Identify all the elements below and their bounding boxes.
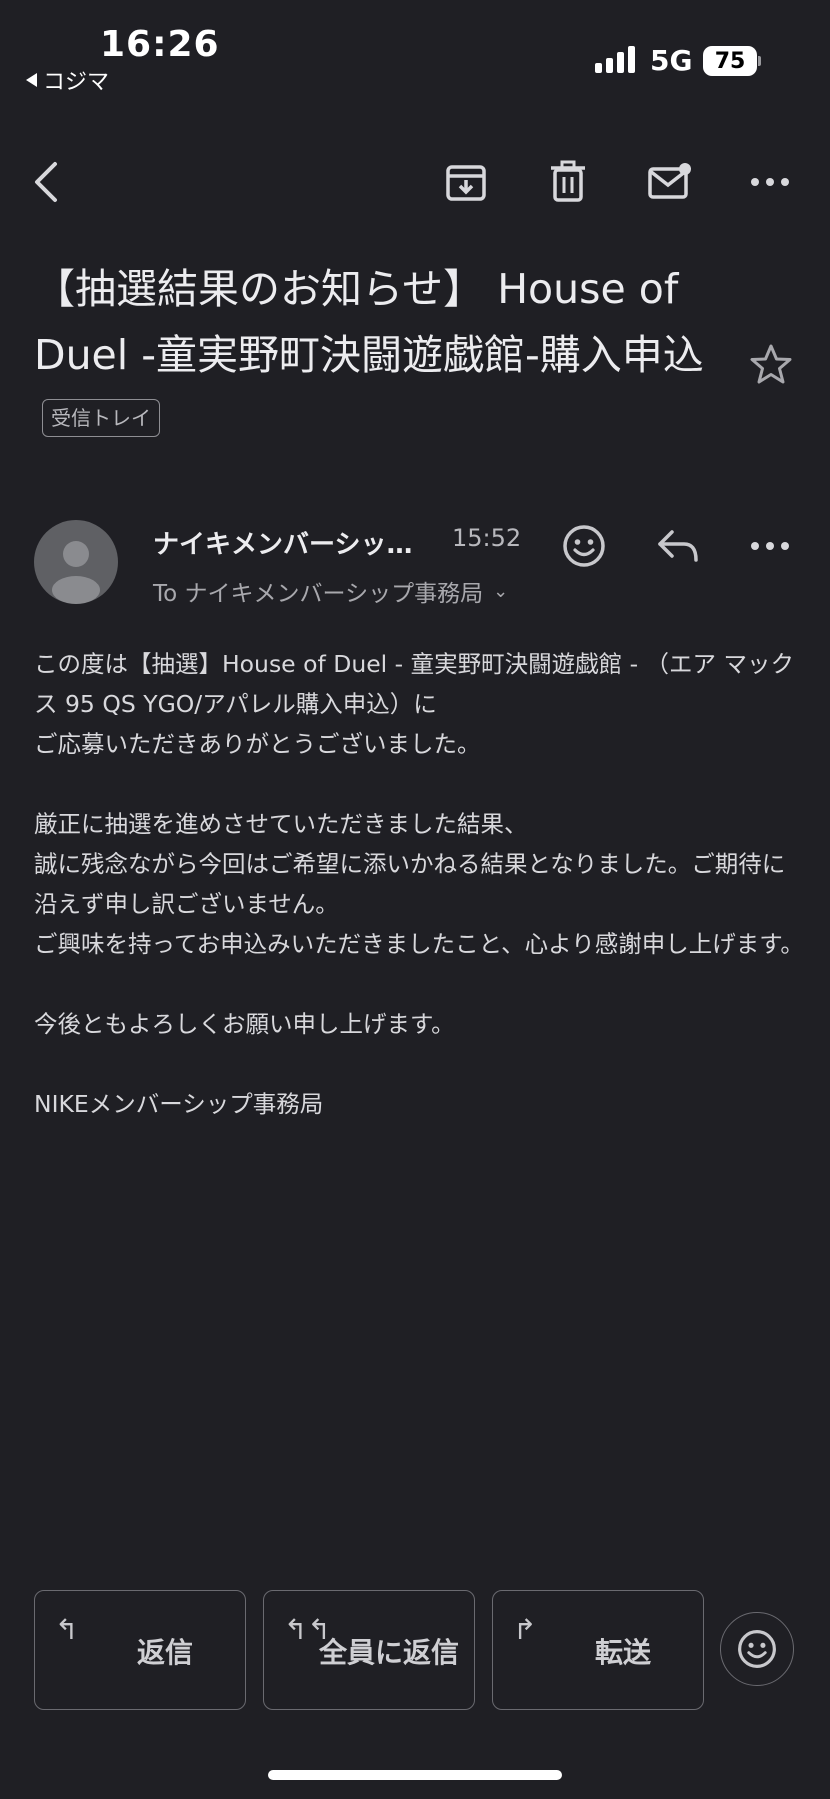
star-icon: [750, 344, 792, 384]
forward-action-button[interactable]: ↱ 転送: [492, 1590, 704, 1710]
recipient-details[interactable]: To ナイキメンバーシップ事務局 ⌄: [153, 574, 508, 608]
more-options-button[interactable]: [744, 156, 796, 208]
back-app-label: コジマ: [43, 70, 110, 95]
email-subject: 【抽選結果のお知らせ】 House of Duel -童実野町決闘遊戯館-購入申…: [34, 256, 734, 454]
body-line: 今後ともよろしくお願い申し上げます。: [34, 1010, 455, 1038]
signal-icon: [595, 46, 635, 73]
back-to-app[interactable]: コジマ: [26, 64, 109, 96]
battery-icon: 75: [703, 46, 757, 76]
body-line: NIKEメンバーシップ事務局: [34, 1090, 324, 1118]
email-time: 15:52: [452, 524, 522, 552]
reply-button[interactable]: [652, 520, 704, 572]
network-type: 5G: [650, 44, 693, 77]
back-arrow-icon: [35, 162, 57, 202]
battery-level: 75: [714, 48, 746, 74]
forward-label: 転送: [594, 1636, 651, 1669]
body-line: ご応募いただきありがとうございました。: [34, 730, 481, 758]
body-line: ご興味を持ってお申込みいただきましたこと、心より感謝申し上げます。: [34, 930, 804, 958]
sender-avatar[interactable]: [34, 520, 118, 604]
body-line: 厳正に抽選を進めさせていただきました結果、: [34, 810, 528, 838]
smiley-icon: [738, 1630, 776, 1668]
forward-icon: ↱: [513, 1613, 537, 1646]
chevron-down-icon: ⌄: [493, 580, 509, 602]
reply-action-button[interactable]: ↰ 返信: [34, 1590, 246, 1710]
person-icon: [52, 541, 100, 604]
add-reaction-button[interactable]: [558, 520, 610, 572]
message-more-button[interactable]: [744, 520, 796, 572]
email-body: この度は【抽選】House of Duel - 童実野町決闘遊戯館 - （エア …: [34, 644, 804, 1124]
emoji-reaction-button[interactable]: [720, 1612, 794, 1686]
archive-icon: [446, 165, 486, 201]
back-triangle-icon: [26, 73, 37, 87]
reply-icon: [658, 530, 698, 562]
reply-all-label: 全員に返信: [318, 1636, 459, 1669]
status-time: 16:26: [100, 24, 220, 65]
mark-unread-icon: [648, 163, 691, 199]
more-icon: [751, 542, 789, 550]
more-icon: [751, 178, 789, 186]
trash-icon: [551, 160, 585, 202]
battery-tip: [758, 56, 761, 66]
mark-unread-button[interactable]: [644, 156, 696, 208]
archive-button[interactable]: [440, 156, 492, 208]
recipient-text: To ナイキメンバーシップ事務局: [153, 581, 484, 607]
home-indicator[interactable]: [268, 1770, 562, 1780]
body-line: 誠に残念ながら今回はご希望に添いかねる結果となりました。ご期待に沿えず申し訳ござ…: [34, 850, 786, 918]
inbox-label-chip[interactable]: 受信トレイ: [42, 399, 160, 437]
delete-button[interactable]: [542, 156, 594, 208]
reply-label: 返信: [136, 1636, 193, 1669]
body-line: この度は【抽選】House of Duel - 童実野町決闘遊戯館 - （エア …: [34, 650, 795, 718]
sender-name[interactable]: ナイキメンバーシップ事務局: [153, 524, 428, 561]
star-button[interactable]: [748, 342, 794, 388]
reply-icon: ↰: [55, 1613, 79, 1646]
smiley-icon: [563, 525, 605, 567]
back-button[interactable]: [20, 156, 72, 208]
reply-all-action-button[interactable]: ↰↰ 全員に返信: [263, 1590, 475, 1710]
subject-text: 【抽選結果のお知らせ】 House of Duel -童実野町決闘遊戯館-購入申…: [34, 265, 704, 379]
